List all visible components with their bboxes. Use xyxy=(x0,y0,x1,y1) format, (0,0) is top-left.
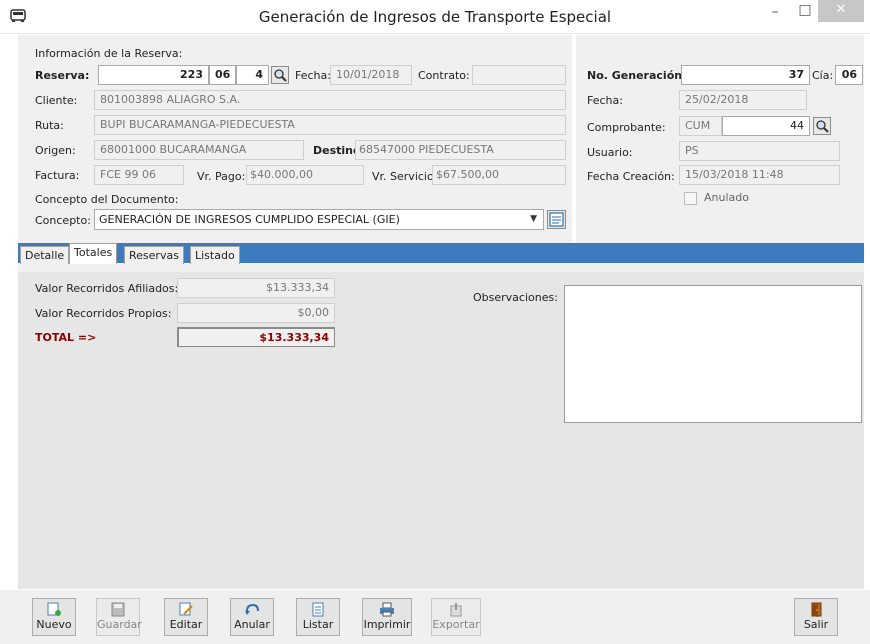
reserva-label: Reserva: xyxy=(35,69,90,82)
exportar-button[interactable]: Exportar xyxy=(431,598,481,636)
tab-detalle[interactable]: Detalle xyxy=(20,246,70,265)
list-icon xyxy=(312,602,324,617)
minimize-button[interactable]: – xyxy=(760,4,790,26)
comprobante-number-input[interactable]: 44 xyxy=(722,116,810,136)
total-label: TOTAL => xyxy=(35,331,97,344)
comprobante-label: Comprobante: xyxy=(587,121,666,134)
comprobante-type-field: CUM xyxy=(679,116,722,136)
imprimir-button[interactable]: Imprimir xyxy=(362,598,412,636)
factura-field: FCE 99 06 xyxy=(94,165,184,185)
search-reserva-button[interactable] xyxy=(271,66,289,84)
concepto-detail-button[interactable] xyxy=(547,210,566,229)
afiliados-label: Valor Recorridos Afiliados: xyxy=(35,282,179,295)
contrato-label: Contrato: xyxy=(418,69,470,82)
concepto-selected-value: GENERACIÓN DE INGRESOS CUMPLIDO ESPECIAL… xyxy=(99,213,400,226)
cia-input[interactable]: 06 xyxy=(835,65,863,85)
factura-label: Factura: xyxy=(35,169,80,182)
propios-field: $0,00 xyxy=(177,303,335,323)
ruta-field: BUPI BUCARAMANGA-PIEDECUESTA xyxy=(94,115,566,135)
undo-icon xyxy=(245,603,259,615)
vr-servicio-field: $67.500,00 xyxy=(432,165,566,185)
contrato-field xyxy=(472,65,566,85)
listar-button[interactable]: Listar xyxy=(296,598,340,636)
fecha-generacion-label: Fecha: xyxy=(587,94,623,107)
observaciones-textarea[interactable] xyxy=(564,285,862,423)
no-generacion-label: No. Generación xyxy=(587,69,683,82)
usuario-label: Usuario: xyxy=(587,146,633,159)
reserva-part2-input[interactable]: 06 xyxy=(209,65,236,85)
vr-servicio-label: Vr. Servicio: xyxy=(372,170,438,183)
save-icon xyxy=(111,602,125,617)
fecha-reserva-field: 10/01/2018 xyxy=(330,65,412,85)
anulado-label: Anulado xyxy=(704,191,749,204)
concepto-select[interactable]: GENERACIÓN DE INGRESOS CUMPLIDO ESPECIAL… xyxy=(94,209,544,230)
export-icon xyxy=(450,603,462,617)
no-generacion-input[interactable]: 37 xyxy=(681,65,810,85)
tab-listado[interactable]: Listado xyxy=(190,246,240,265)
ruta-label: Ruta: xyxy=(35,119,64,132)
origen-field: 68001000 BUCARAMANGA xyxy=(94,140,304,160)
anulado-checkbox[interactable] xyxy=(684,192,697,205)
list-icon xyxy=(549,212,564,227)
search-icon xyxy=(274,69,287,82)
usuario-field: PS xyxy=(679,141,840,161)
editar-button[interactable]: Editar xyxy=(164,598,208,636)
cliente-field: 801003898 ALIAGRO S.A. xyxy=(94,90,566,110)
origen-label: Origen: xyxy=(35,144,76,157)
tab-reservas[interactable]: Reservas xyxy=(124,246,184,265)
cliente-label: Cliente: xyxy=(35,94,78,107)
nuevo-button[interactable]: Nuevo xyxy=(32,598,76,636)
propios-label: Valor Recorridos Propios: xyxy=(35,307,172,320)
reserva-part3-input[interactable]: 4 xyxy=(236,65,269,85)
reserva-number-input[interactable]: 223 xyxy=(98,65,209,85)
destino-field: 68547000 PIEDECUESTA xyxy=(355,140,566,160)
salir-button[interactable]: Salir xyxy=(794,598,838,636)
tab-totales[interactable]: Totales xyxy=(69,243,118,266)
reserva-section-label: Información de la Reserva: xyxy=(35,47,183,60)
anular-button[interactable]: Anular xyxy=(230,598,274,636)
new-document-icon xyxy=(47,602,61,616)
observaciones-label: Observaciones: xyxy=(473,291,558,304)
vr-pago-label: Vr. Pago: xyxy=(197,170,246,183)
guardar-button[interactable]: Guardar xyxy=(96,598,142,636)
concepto-documento-label: Concepto del Documento: xyxy=(35,193,179,206)
fecha-creacion-label: Fecha Creación: xyxy=(587,170,675,183)
printer-icon xyxy=(380,602,394,617)
afiliados-field: $13.333,34 xyxy=(177,278,335,298)
total-field: $13.333,34 xyxy=(177,327,335,347)
fecha-creacion-field: 15/03/2018 11:48 xyxy=(679,165,840,185)
vr-pago-field: $40.000,00 xyxy=(246,165,364,185)
search-comprobante-button[interactable] xyxy=(813,117,831,135)
cia-label: Cía: xyxy=(812,69,834,82)
window-title: Generación de Ingresos de Transporte Esp… xyxy=(258,8,612,26)
fecha-generacion-field: 25/02/2018 xyxy=(679,90,807,110)
search-icon xyxy=(816,120,829,133)
fecha-reserva-label: Fecha: xyxy=(295,69,331,82)
exit-door-icon xyxy=(811,602,822,617)
maximize-button[interactable]: □ xyxy=(790,2,820,24)
chevron-down-icon: ▼ xyxy=(530,214,537,224)
concepto-label: Concepto: xyxy=(35,214,91,227)
edit-icon xyxy=(179,602,193,616)
close-button[interactable]: ✕ xyxy=(818,0,864,22)
title-bar: Generación de Ingresos de Transporte Esp… xyxy=(0,0,870,34)
